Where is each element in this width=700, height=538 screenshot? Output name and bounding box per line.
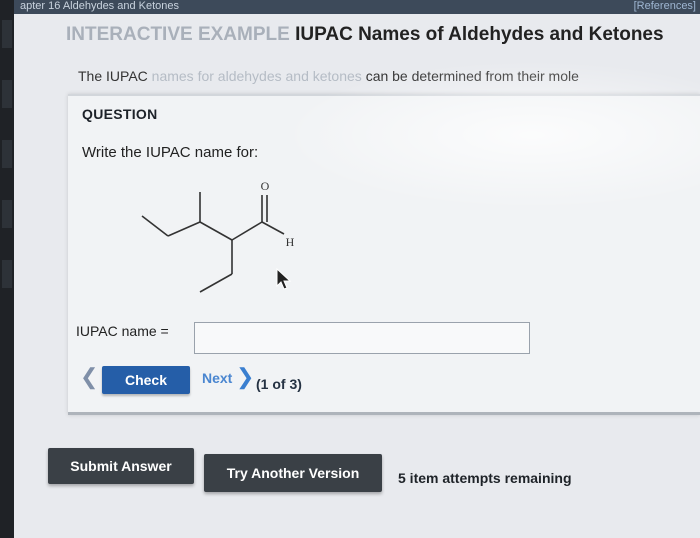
chevron-left-icon[interactable]: ❮	[80, 364, 98, 390]
intro-tail: can be determined from their mole	[365, 68, 579, 84]
iupac-name-input[interactable]	[194, 322, 530, 354]
check-button[interactable]: Check	[102, 366, 190, 394]
bond	[141, 215, 169, 237]
try-another-version-button[interactable]: Try Another Version	[204, 454, 382, 492]
nav-tab[interactable]	[2, 200, 12, 228]
chevron-right-icon[interactable]: ❯	[236, 364, 254, 390]
question-counter: (1 of 3)	[256, 376, 302, 392]
oxygen-atom-label: O	[261, 179, 270, 193]
bond	[231, 221, 263, 241]
nav-tab[interactable]	[2, 80, 12, 108]
question-prompt: Write the IUPAC name for:	[82, 144, 259, 161]
bond	[199, 221, 233, 241]
title-text: IUPAC Names of Aldehydes and Ketones	[295, 24, 664, 45]
page-title: INTERACTIVE EXAMPLE IUPAC Names of Aldeh…	[66, 24, 664, 46]
submit-answer-button[interactable]: Submit Answer	[48, 448, 194, 484]
attempts-remaining: 5 item attempts remaining	[398, 470, 572, 486]
references-link[interactable]: [References]	[634, 0, 696, 12]
nav-tab[interactable]	[2, 260, 12, 288]
nav-tab[interactable]	[2, 140, 12, 168]
title-prefix: INTERACTIVE EXAMPLE	[66, 24, 290, 45]
top-bar: apter 16 Aldehydes and Ketones [Referenc…	[0, 0, 700, 14]
hydrogen-atom-label: H	[286, 235, 295, 249]
question-heading: QUESTION	[82, 106, 158, 122]
intro-text: The IUPAC names for aldehydes and ketone…	[78, 68, 700, 84]
left-nav-strip	[0, 0, 14, 538]
breadcrumb[interactable]: apter 16 Aldehydes and Ketones	[20, 0, 179, 12]
answer-label: IUPAC name =	[76, 323, 169, 339]
intro-faded: names for aldehydes and ketones	[151, 68, 362, 84]
next-link[interactable]: Next	[202, 370, 232, 386]
bond	[199, 273, 233, 293]
nav-tab[interactable]	[2, 20, 12, 48]
intro-lead: The IUPAC	[78, 68, 148, 84]
mouse-pointer-icon	[276, 268, 292, 290]
bond	[167, 221, 201, 237]
bond	[261, 221, 285, 235]
